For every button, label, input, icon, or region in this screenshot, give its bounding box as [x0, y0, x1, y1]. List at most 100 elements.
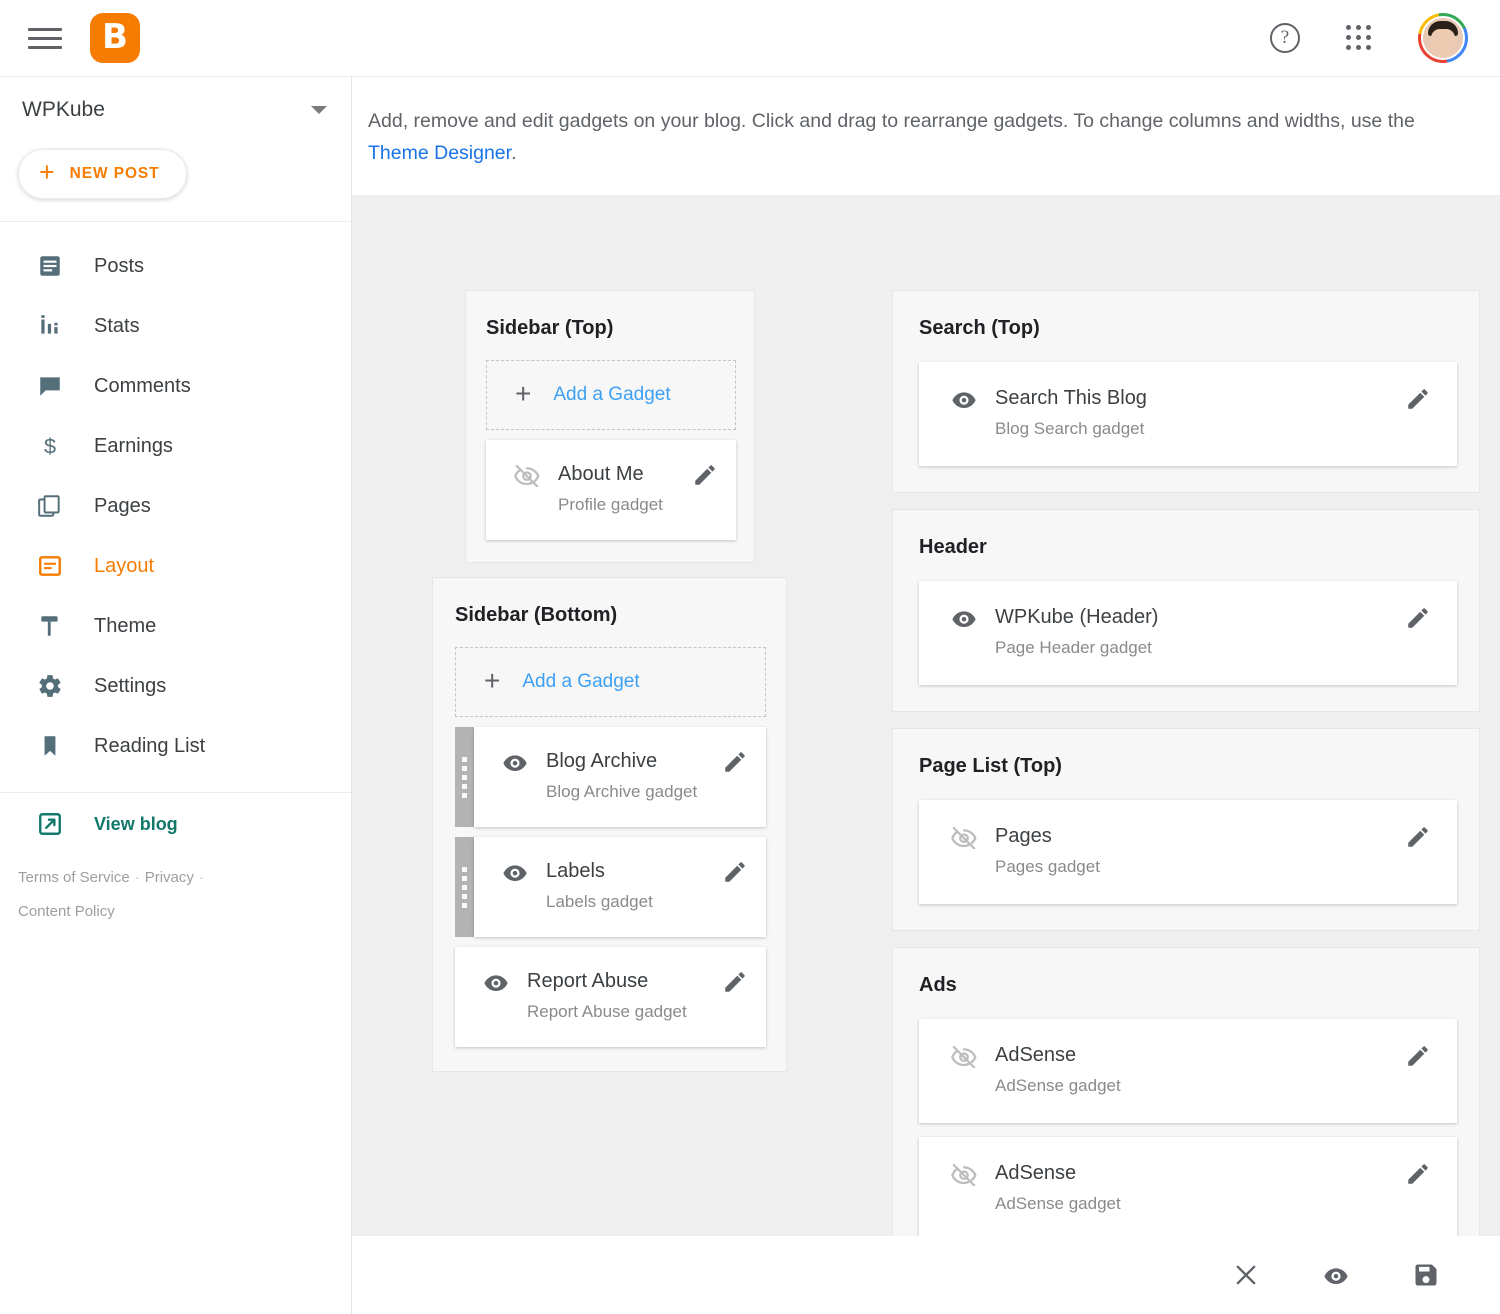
avatar-image: [1421, 16, 1465, 60]
edit-pencil-icon[interactable]: [1405, 605, 1433, 636]
sidebar-item-comments[interactable]: Comments: [0, 356, 351, 416]
sidebar-item-stats[interactable]: Stats: [0, 296, 351, 356]
gadget-card[interactable]: Blog Archive Blog Archive gadget: [474, 727, 766, 827]
legal-separator: ·: [134, 869, 140, 886]
gadget-subtitle: Report Abuse gadget: [527, 1002, 687, 1021]
sidebar-item-reading-list[interactable]: Reading List: [0, 716, 351, 776]
blog-name: WPKube: [22, 98, 105, 121]
gadget-row: Search This Blog Blog Search gadget: [919, 362, 1457, 466]
eye-icon[interactable]: [500, 750, 530, 779]
gadget-title: About Me: [558, 463, 644, 485]
preview-button[interactable]: [1320, 1259, 1352, 1291]
gadget-title: AdSense: [995, 1162, 1077, 1184]
gadget-card[interactable]: AdSense AdSense gadget: [919, 1019, 1457, 1123]
layout-section-search-top: Search (Top) Search This Blog Blog Searc…: [892, 290, 1480, 493]
gadget-subtitle: Blog Archive gadget: [546, 782, 698, 801]
sidebar-item-label: Posts: [94, 254, 145, 277]
gadget-text: About Me Profile gadget: [558, 460, 692, 520]
sidebar-item-theme[interactable]: Theme: [0, 596, 351, 656]
settings-icon: [36, 672, 64, 700]
gadget-text: Search This Blog Blog Search gadget: [995, 384, 1405, 444]
view-blog-button[interactable]: View blog: [0, 793, 351, 855]
sidebar-item-settings[interactable]: Settings: [0, 656, 351, 716]
sidebar-item-label: Layout: [94, 554, 155, 577]
gadget-subtitle: Labels gadget: [546, 892, 653, 911]
edit-pencil-icon[interactable]: [1405, 1161, 1433, 1192]
blog-selector[interactable]: WPKube: [0, 77, 351, 143]
content-policy-link[interactable]: Content Policy: [18, 903, 115, 920]
gadget-title: Labels: [546, 860, 605, 882]
reading-list-icon: [36, 732, 64, 760]
gadget-text: Report Abuse Report Abuse gadget: [527, 967, 722, 1027]
gadget-row: Blog Archive Blog Archive gadget: [455, 727, 766, 827]
gadget-card[interactable]: Labels Labels gadget: [474, 837, 766, 937]
gadget-title: Report Abuse: [527, 970, 649, 992]
sidebar-item-earnings[interactable]: $ Earnings: [0, 416, 351, 476]
eye-off-icon[interactable]: [949, 1162, 979, 1191]
edit-pencil-icon[interactable]: [722, 969, 750, 1000]
gadget-row: About Me Profile gadget: [486, 440, 736, 540]
sidebar-item-pages[interactable]: Pages: [0, 476, 351, 536]
add-gadget-label: Add a Gadget: [522, 671, 640, 692]
eye-icon[interactable]: [481, 970, 511, 999]
privacy-link[interactable]: Privacy: [145, 869, 194, 886]
left-navigation: WPKube + NEW POST Posts Stats Comments $…: [0, 76, 352, 1314]
nav-list: Posts Stats Comments $ Earnings Pages La…: [0, 222, 351, 776]
drag-handle[interactable]: [455, 727, 474, 827]
layout-columns: Sidebar (Top) + Add a Gadget About Me Pr…: [352, 290, 1500, 1314]
layout-icon: [36, 552, 64, 580]
sidebar-item-label: Reading List: [94, 734, 206, 757]
sidebar-item-posts[interactable]: Posts: [0, 236, 351, 296]
layout-section-page-list-top: Page List (Top) Pages Pages gadget: [892, 728, 1480, 931]
section-title: Sidebar (Bottom): [455, 604, 618, 626]
avatar[interactable]: [1418, 13, 1468, 63]
eye-icon[interactable]: [949, 387, 979, 416]
blogger-logo-icon[interactable]: B: [90, 13, 140, 63]
save-icon: [1415, 1264, 1437, 1286]
gadget-card[interactable]: Pages Pages gadget: [919, 800, 1457, 904]
close-button[interactable]: [1230, 1259, 1262, 1291]
edit-pencil-icon[interactable]: [1405, 386, 1433, 417]
terms-of-service-link[interactable]: Terms of Service: [18, 869, 130, 886]
eye-icon[interactable]: [500, 860, 530, 889]
new-post-button[interactable]: + NEW POST: [18, 149, 187, 199]
drag-handle[interactable]: [455, 837, 474, 937]
save-button[interactable]: [1410, 1259, 1442, 1291]
help-icon-glyph: ?: [1280, 27, 1290, 48]
edit-pencil-icon[interactable]: [722, 749, 750, 780]
eye-off-icon[interactable]: [949, 1044, 979, 1073]
gadget-card[interactable]: About Me Profile gadget: [486, 440, 736, 540]
eye-off-icon[interactable]: [949, 825, 979, 854]
edit-pencil-icon[interactable]: [722, 859, 750, 890]
gadget-card[interactable]: Search This Blog Blog Search gadget: [919, 362, 1457, 466]
apps-grid-icon[interactable]: [1346, 25, 1372, 51]
eye-off-icon[interactable]: [512, 463, 542, 492]
view-blog-label: View blog: [94, 813, 178, 834]
sidebar-item-layout[interactable]: Layout: [0, 536, 351, 596]
add-gadget-button[interactable]: + Add a Gadget: [455, 647, 766, 717]
section-title: Search (Top): [919, 317, 1040, 339]
section-title: Page List (Top): [919, 755, 1062, 777]
add-gadget-button[interactable]: + Add a Gadget: [486, 360, 736, 430]
gadget-card[interactable]: Report Abuse Report Abuse gadget: [455, 947, 766, 1047]
legal-separator: ·: [198, 869, 204, 886]
edit-pencil-icon[interactable]: [692, 462, 720, 493]
gadget-row: Pages Pages gadget: [919, 800, 1457, 904]
close-icon: [1236, 1265, 1256, 1285]
gadget-subtitle: AdSense gadget: [995, 1194, 1121, 1213]
help-icon[interactable]: ?: [1270, 23, 1300, 53]
gadget-card[interactable]: AdSense AdSense gadget: [919, 1137, 1457, 1241]
chevron-down-icon: [311, 106, 327, 114]
eye-icon[interactable]: [949, 606, 979, 635]
layout-column-right: Search (Top) Search This Blog Blog Searc…: [892, 290, 1490, 1314]
section-title: Header: [919, 536, 987, 558]
theme-designer-link[interactable]: Theme Designer: [368, 142, 511, 164]
gadget-row: Report Abuse Report Abuse gadget: [455, 947, 766, 1047]
gadget-title: AdSense: [995, 1044, 1077, 1066]
menu-icon[interactable]: [28, 21, 62, 55]
edit-pencil-icon[interactable]: [1405, 824, 1433, 855]
new-post-container: + NEW POST: [0, 143, 351, 222]
edit-pencil-icon[interactable]: [1405, 1043, 1433, 1074]
gadget-card[interactable]: WPKube (Header) Page Header gadget: [919, 581, 1457, 685]
sidebar-item-label: Comments: [94, 374, 191, 397]
